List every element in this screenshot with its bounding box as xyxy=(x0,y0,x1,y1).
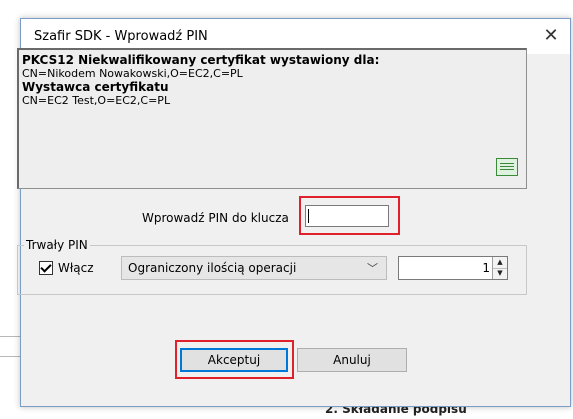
subject-heading: PKCS12 Niekwalifikowany certyfikat wysta… xyxy=(22,53,380,67)
close-icon[interactable]: ✕ xyxy=(540,25,562,47)
dialog-title: Szafir SDK - Wprowadź PIN xyxy=(34,29,208,44)
subject-dn: CN=Nikodem Nowakowski,O=EC2,C=PL xyxy=(22,67,243,80)
stepper-arrows: ▲ ▼ xyxy=(492,257,507,279)
pin-mode-select[interactable]: Ograniczony ilością operacji ﹀ xyxy=(121,256,387,280)
operation-count-stepper[interactable]: 1 ▲ ▼ xyxy=(398,256,508,280)
accept-button-highlight xyxy=(175,340,294,379)
pin-mode-value: Ograniczony ilością operacji xyxy=(128,261,297,275)
decrement-icon[interactable]: ▼ xyxy=(493,268,507,279)
chevron-down-icon: ﹀ xyxy=(367,262,378,275)
enable-checkbox-label[interactable]: Włącz xyxy=(58,261,94,275)
enable-checkbox[interactable] xyxy=(39,261,53,275)
cancel-button[interactable]: Anuluj xyxy=(297,348,407,372)
persistent-pin-legend: Trwały PIN xyxy=(24,238,90,252)
certificate-info-panel: PKCS12 Niekwalifikowany certyfikat wysta… xyxy=(17,48,527,189)
background-divider-left-2 xyxy=(0,356,20,357)
operation-count-value: 1 xyxy=(482,261,490,275)
pin-label: Wprowadź PIN do klucza xyxy=(142,211,289,225)
issuer-dn: CN=EC2 Test,O=EC2,C=PL xyxy=(22,94,171,107)
background-divider-left xyxy=(0,336,20,337)
issuer-heading: Wystawca certyfikatu xyxy=(22,80,169,94)
pin-input-highlight xyxy=(299,196,400,235)
certificate-icon[interactable] xyxy=(496,158,518,176)
